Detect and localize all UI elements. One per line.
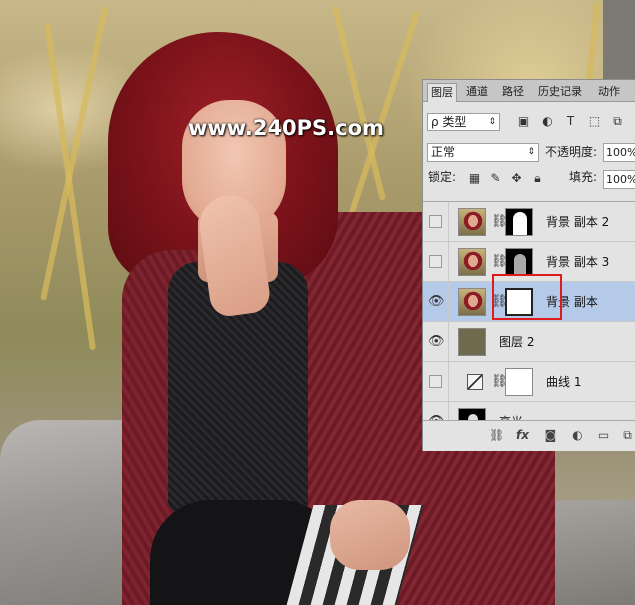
layer-row[interactable]: 👁︎ 高光 [423, 402, 635, 421]
shape-filter-icon[interactable]: ⬚ [588, 115, 601, 128]
eye-icon[interactable]: 👁︎ [428, 334, 445, 350]
new-layer-icon[interactable]: ⧉ [620, 428, 635, 443]
lock-position-icon[interactable]: ✥ [510, 171, 523, 185]
add-mask-icon[interactable]: ◙ [543, 428, 558, 443]
blend-mode-select[interactable]: 正常 ⇕ [427, 143, 539, 162]
layer-name: 背景 副本 3 [546, 255, 610, 269]
link-icon[interactable]: ⛓ [489, 428, 504, 443]
blend-row: 正常 ⇕ 不透明度: 100% [423, 141, 635, 167]
lock-row: 锁定: ▦ ✎ ✥ 🔒︎ 填充: 100% [423, 167, 635, 193]
highlight-box [492, 274, 562, 320]
layer-name: 背景 副本 2 [546, 215, 610, 229]
tab-layers[interactable]: 图层 [427, 83, 457, 102]
layer-thumbnail [458, 208, 486, 236]
divider [448, 202, 449, 242]
visibility-toggle[interactable] [429, 255, 442, 268]
filter-label: ρ 类型 [431, 115, 467, 129]
lock-transparency-icon[interactable]: ▦ [468, 171, 481, 185]
layer-row[interactable]: 👁︎ 图层 2 [423, 322, 635, 362]
smart-object-filter-icon[interactable]: ⧉ [611, 115, 624, 128]
tab-actions[interactable]: 动作 [595, 83, 623, 101]
layers-panel: 图层 通道 路径 历史记录 动作 ρ 类型 ⇕ ▣ ◐ T ⬚ ⧉ 正常 ⇕ 不… [422, 79, 635, 451]
reed [331, 5, 386, 201]
type-filter-icon[interactable]: T [564, 115, 577, 128]
chevron-updown-icon: ⇕ [527, 147, 535, 157]
layer-row[interactable]: ⛓ 背景 副本 2 [423, 202, 635, 242]
tab-channels[interactable]: 通道 [463, 83, 491, 101]
tab-paths[interactable]: 路径 [499, 83, 527, 101]
blend-mode-value: 正常 [431, 145, 456, 159]
divider [448, 362, 449, 402]
panel-tabs: 图层 通道 路径 历史记录 动作 [423, 80, 635, 102]
background-strip [603, 0, 635, 79]
fill-label: 填充: [569, 170, 598, 184]
layer-mask-thumbnail[interactable] [505, 368, 533, 396]
lock-pixels-icon[interactable]: ✎ [489, 171, 502, 185]
visibility-toggle[interactable] [429, 375, 442, 388]
visibility-toggle[interactable] [429, 215, 442, 228]
panel-footer: ⛓ fx ◙ ◐ ▭ ⧉ [423, 420, 635, 451]
lock-all-icon[interactable]: 🔒︎ [531, 171, 544, 185]
fill-input[interactable]: 100% [603, 170, 635, 189]
watermark-text: www.240PS.com [188, 116, 384, 140]
chevron-updown-icon: ⇕ [488, 117, 496, 127]
adjustment-filter-icon[interactable]: ◐ [541, 115, 554, 128]
eye-icon[interactable]: 👁︎ [428, 294, 445, 310]
fx-icon[interactable]: fx [515, 428, 530, 443]
adjustment-icon[interactable]: ◐ [570, 428, 585, 443]
layer-thumbnail [458, 328, 486, 356]
layer-mask-thumbnail[interactable] [505, 208, 533, 236]
divider [448, 322, 449, 362]
divider [448, 402, 449, 421]
filter-row: ρ 类型 ⇕ ▣ ◐ T ⬚ ⧉ [423, 103, 635, 141]
hand [330, 500, 410, 570]
layer-mask-thumbnail[interactable] [505, 248, 533, 276]
opacity-input[interactable]: 100% [603, 143, 635, 162]
folder-icon[interactable]: ▭ [596, 428, 611, 443]
layer-name: 曲线 1 [546, 375, 582, 389]
divider [448, 282, 449, 322]
layer-filter-select[interactable]: ρ 类型 ⇕ [427, 113, 500, 131]
opacity-label: 不透明度: [545, 145, 598, 159]
layer-thumbnail [458, 288, 486, 316]
curves-adjustment-icon [467, 374, 483, 390]
tab-history[interactable]: 历史记录 [535, 83, 585, 101]
lock-label: 锁定: [428, 170, 457, 184]
layer-name: 图层 2 [499, 335, 535, 349]
image-filter-icon[interactable]: ▣ [517, 115, 530, 128]
divider [448, 242, 449, 282]
layer-thumbnail [458, 248, 486, 276]
layer-row[interactable]: ⛓ 曲线 1 [423, 362, 635, 402]
